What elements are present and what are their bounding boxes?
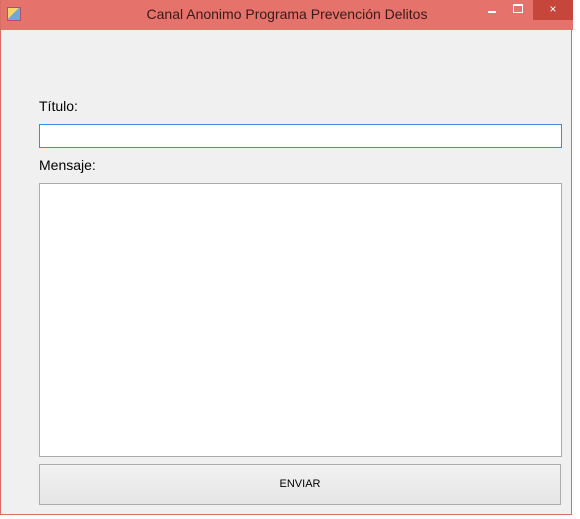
close-icon: × [549, 2, 557, 16]
title-label: Título: [39, 98, 78, 114]
maximize-button[interactable] [505, 0, 531, 20]
app-window: Canal Anonimo Programa Prevención Delito… [0, 0, 573, 515]
minimize-button[interactable] [479, 0, 505, 20]
title-bar[interactable]: Canal Anonimo Programa Prevención Delito… [1, 0, 573, 30]
send-button[interactable]: ENVIAR [39, 464, 561, 505]
message-label: Mensaje: [39, 157, 96, 173]
maximize-icon [513, 4, 523, 13]
minimize-icon [488, 11, 496, 13]
close-button[interactable]: × [533, 0, 573, 20]
title-input[interactable] [39, 124, 562, 148]
message-textarea[interactable] [39, 183, 562, 457]
app-icon[interactable] [7, 7, 21, 21]
